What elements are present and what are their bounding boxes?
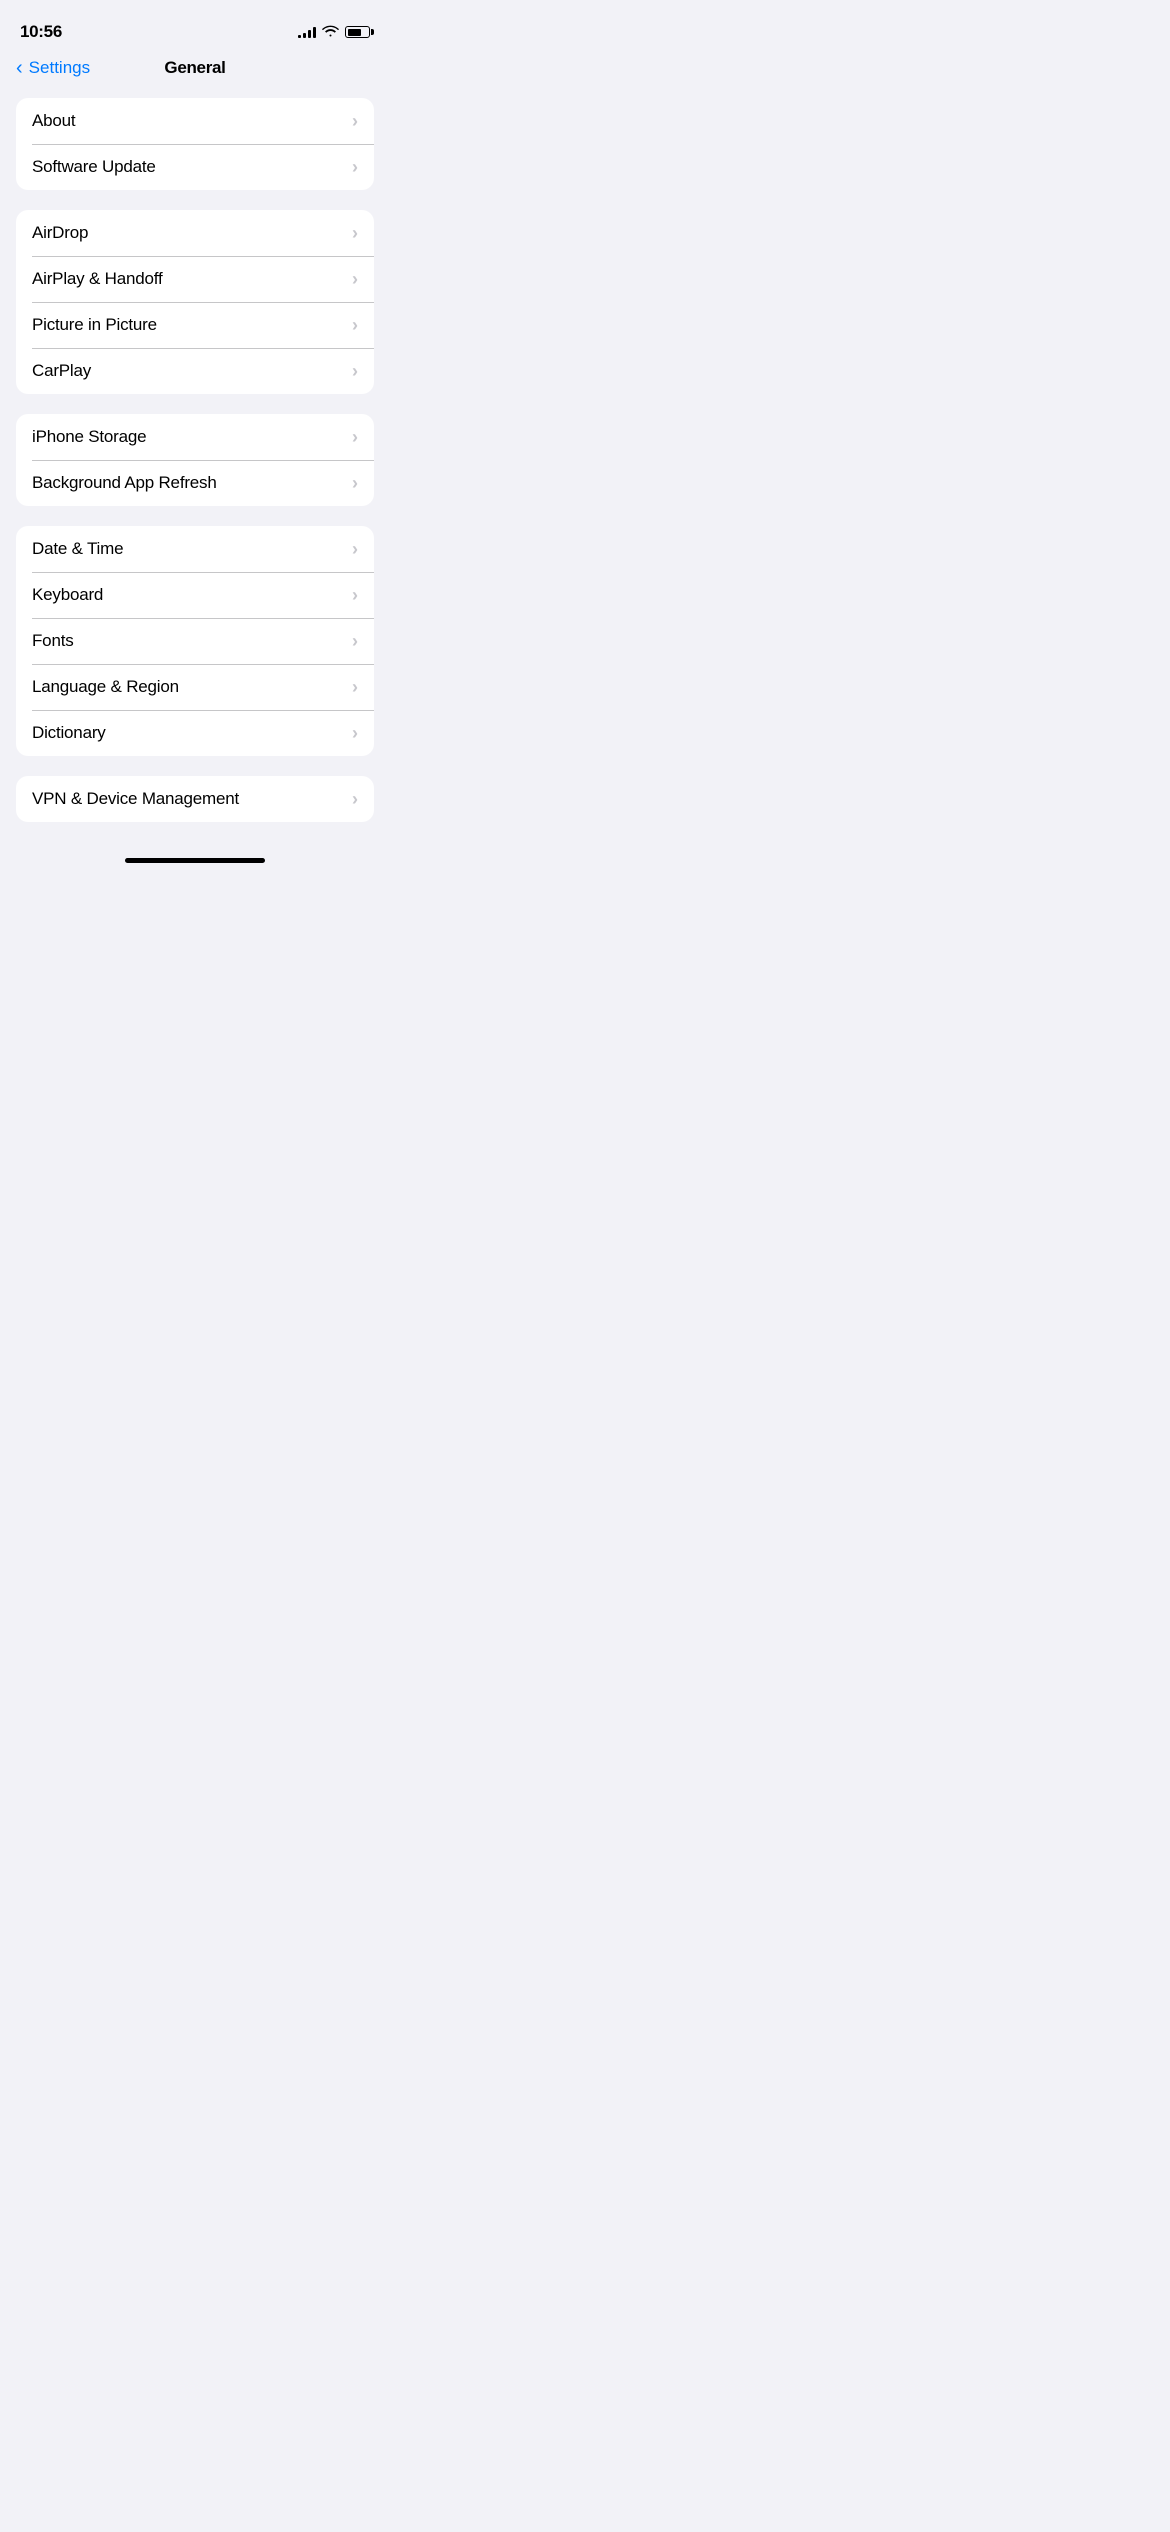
carplay-chevron-icon: › bbox=[352, 362, 358, 380]
keyboard-label: Keyboard bbox=[32, 585, 103, 605]
home-bar bbox=[125, 858, 265, 863]
back-button[interactable]: ‹ Settings bbox=[16, 57, 90, 80]
settings-row-keyboard[interactable]: Keyboard › bbox=[16, 572, 374, 618]
settings-row-airplay-handoff[interactable]: AirPlay & Handoff › bbox=[16, 256, 374, 302]
dictionary-label: Dictionary bbox=[32, 723, 106, 743]
iphone-storage-chevron-icon: › bbox=[352, 428, 358, 446]
settings-group-4: Date & Time › Keyboard › Fonts › Languag… bbox=[16, 526, 374, 756]
airdrop-label: AirDrop bbox=[32, 223, 88, 243]
background-app-refresh-chevron-icon: › bbox=[352, 474, 358, 492]
keyboard-chevron-icon: › bbox=[352, 586, 358, 604]
iphone-storage-label: iPhone Storage bbox=[32, 427, 146, 447]
settings-row-vpn-device-management[interactable]: VPN & Device Management › bbox=[16, 776, 374, 822]
background-app-refresh-label: Background App Refresh bbox=[32, 473, 217, 493]
about-chevron-icon: › bbox=[352, 112, 358, 130]
vpn-device-management-chevron-icon: › bbox=[352, 790, 358, 808]
dictionary-chevron-icon: › bbox=[352, 724, 358, 742]
software-update-chevron-icon: › bbox=[352, 158, 358, 176]
wifi-icon bbox=[322, 24, 339, 40]
battery-icon bbox=[345, 26, 370, 38]
settings-group-5: VPN & Device Management › bbox=[16, 776, 374, 822]
settings-row-carplay[interactable]: CarPlay › bbox=[16, 348, 374, 394]
back-label: Settings bbox=[29, 58, 90, 78]
settings-group-1: About › Software Update › bbox=[16, 98, 374, 190]
home-indicator bbox=[0, 850, 390, 875]
settings-row-dictionary[interactable]: Dictionary › bbox=[16, 710, 374, 756]
status-icons bbox=[298, 24, 370, 40]
settings-row-language-region[interactable]: Language & Region › bbox=[16, 664, 374, 710]
fonts-label: Fonts bbox=[32, 631, 74, 651]
settings-row-software-update[interactable]: Software Update › bbox=[16, 144, 374, 190]
software-update-label: Software Update bbox=[32, 157, 156, 177]
airplay-handoff-chevron-icon: › bbox=[352, 270, 358, 288]
status-time: 10:56 bbox=[20, 22, 62, 42]
settings-row-date-time[interactable]: Date & Time › bbox=[16, 526, 374, 572]
language-region-chevron-icon: › bbox=[352, 678, 358, 696]
settings-group-2: AirDrop › AirPlay & Handoff › Picture in… bbox=[16, 210, 374, 394]
signal-icon bbox=[298, 26, 316, 38]
settings-group-3: iPhone Storage › Background App Refresh … bbox=[16, 414, 374, 506]
nav-bar: ‹ Settings General bbox=[0, 50, 390, 90]
about-label: About bbox=[32, 111, 75, 131]
settings-row-picture-in-picture[interactable]: Picture in Picture › bbox=[16, 302, 374, 348]
fonts-chevron-icon: › bbox=[352, 632, 358, 650]
airplay-handoff-label: AirPlay & Handoff bbox=[32, 269, 162, 289]
settings-row-iphone-storage[interactable]: iPhone Storage › bbox=[16, 414, 374, 460]
picture-in-picture-chevron-icon: › bbox=[352, 316, 358, 334]
picture-in-picture-label: Picture in Picture bbox=[32, 315, 157, 335]
date-time-label: Date & Time bbox=[32, 539, 123, 559]
airdrop-chevron-icon: › bbox=[352, 224, 358, 242]
status-bar: 10:56 bbox=[0, 0, 390, 50]
settings-row-fonts[interactable]: Fonts › bbox=[16, 618, 374, 664]
carplay-label: CarPlay bbox=[32, 361, 91, 381]
language-region-label: Language & Region bbox=[32, 677, 179, 697]
page-title: General bbox=[164, 58, 225, 78]
date-time-chevron-icon: › bbox=[352, 540, 358, 558]
settings-row-about[interactable]: About › bbox=[16, 98, 374, 144]
vpn-device-management-label: VPN & Device Management bbox=[32, 789, 239, 809]
settings-row-background-app-refresh[interactable]: Background App Refresh › bbox=[16, 460, 374, 506]
settings-content: About › Software Update › AirDrop › AirP… bbox=[0, 90, 390, 830]
back-chevron-icon: ‹ bbox=[16, 57, 23, 80]
settings-row-airdrop[interactable]: AirDrop › bbox=[16, 210, 374, 256]
